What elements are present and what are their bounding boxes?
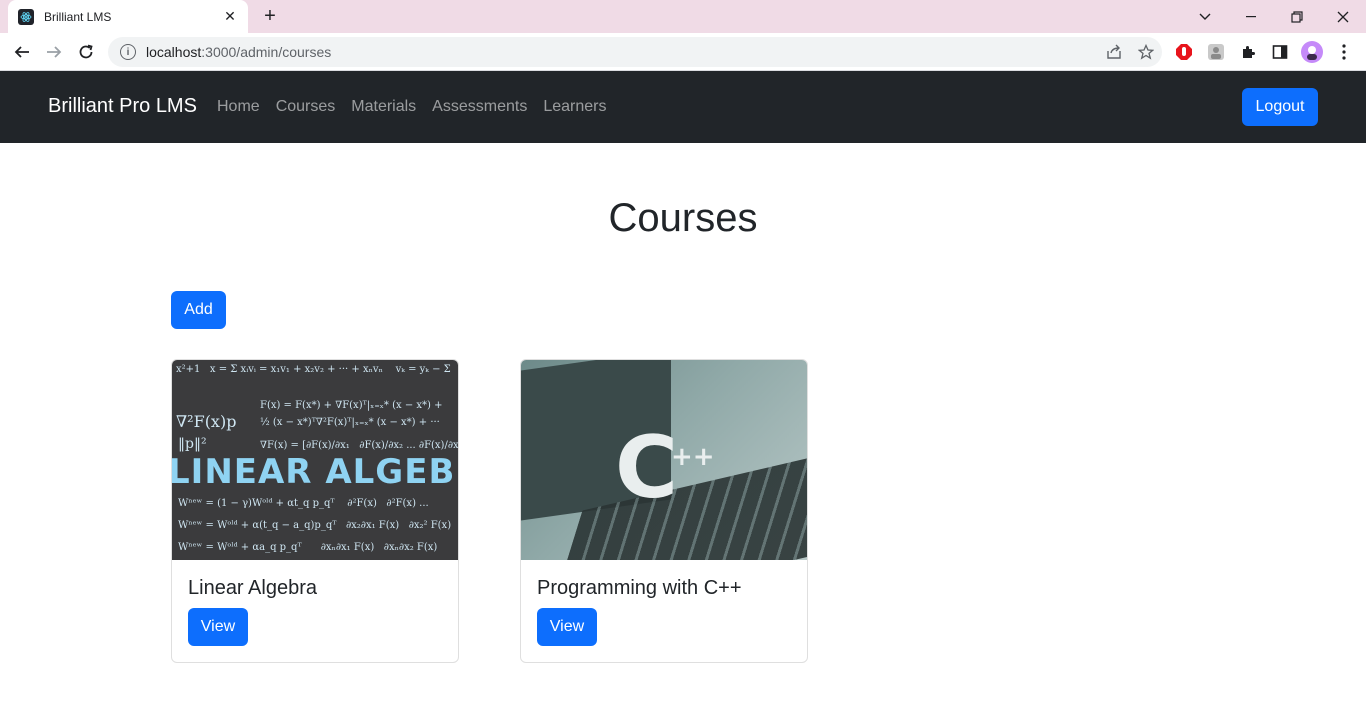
course-card: C ++ Programming with C++ View — [520, 359, 808, 663]
nav-links: Home Courses Materials Assessments Learn… — [217, 98, 606, 116]
restore-icon[interactable] — [1274, 0, 1320, 33]
view-course-button[interactable]: View — [188, 608, 248, 646]
browser-menu-icon[interactable] — [1333, 41, 1355, 63]
view-course-button[interactable]: View — [537, 608, 597, 646]
nav-link-assessments[interactable]: Assessments — [432, 98, 527, 116]
nav-link-home[interactable]: Home — [217, 98, 260, 116]
course-card: x²+1 x = Σ xᵢvᵢ = x₁v₁ + x₂v₂ + ··· + xₙ… — [171, 359, 459, 663]
site-info-icon[interactable]: i — [120, 44, 136, 60]
share-icon[interactable] — [1098, 40, 1130, 64]
adblock-extension-icon[interactable] — [1173, 41, 1195, 63]
nav-link-materials[interactable]: Materials — [351, 98, 416, 116]
tab-close-icon[interactable]: ✕ — [222, 8, 238, 25]
tab-title: Brilliant LMS — [44, 9, 112, 24]
profile-avatar-icon[interactable] — [1301, 41, 1323, 63]
browser-tabstrip: Brilliant LMS ✕ + — [0, 0, 1366, 33]
url-text: localhost:3000/admin/courses — [146, 44, 332, 60]
extensions-puzzle-icon[interactable] — [1237, 41, 1259, 63]
bookmark-star-icon[interactable] — [1130, 40, 1162, 64]
minimize-icon[interactable] — [1228, 0, 1274, 33]
navbar-brand[interactable]: Brilliant Pro LMS — [48, 95, 197, 118]
page-title: Courses — [608, 196, 758, 240]
nav-link-learners[interactable]: Learners — [543, 98, 606, 116]
side-panel-icon[interactable] — [1269, 41, 1291, 63]
address-bar[interactable]: i localhost:3000/admin/courses — [108, 37, 1162, 67]
app-navbar: Brilliant Pro LMS Home Courses Materials… — [0, 71, 1366, 143]
course-title: Linear Algebra — [188, 577, 317, 599]
back-arrow-icon[interactable] — [10, 40, 34, 64]
linear-algebra-image-text: LINEAR ALGEBRA — [172, 452, 458, 492]
course-title: Programming with C++ — [537, 577, 742, 599]
browser-toolbar: i localhost:3000/admin/courses — [0, 33, 1366, 71]
logout-button[interactable]: Logout — [1242, 88, 1318, 126]
extension-avatar-icon[interactable] — [1205, 41, 1227, 63]
nav-link-courses[interactable]: Courses — [276, 98, 336, 116]
course-image-linear-algebra: x²+1 x = Σ xᵢvᵢ = x₁v₁ + x₂v₂ + ··· + xₙ… — [172, 360, 458, 560]
add-course-button[interactable]: Add — [171, 291, 226, 329]
close-window-icon[interactable] — [1320, 0, 1366, 33]
browser-tab[interactable]: Brilliant LMS ✕ — [8, 0, 248, 33]
reload-icon[interactable] — [74, 40, 98, 64]
react-favicon-icon — [18, 8, 34, 25]
forward-arrow-icon[interactable] — [42, 40, 66, 64]
course-image-cpp: C ++ — [521, 360, 807, 560]
tab-search-chevron-icon[interactable] — [1182, 0, 1228, 33]
cpp-logo: C ++ — [615, 418, 715, 518]
new-tab-icon[interactable]: + — [259, 5, 281, 27]
